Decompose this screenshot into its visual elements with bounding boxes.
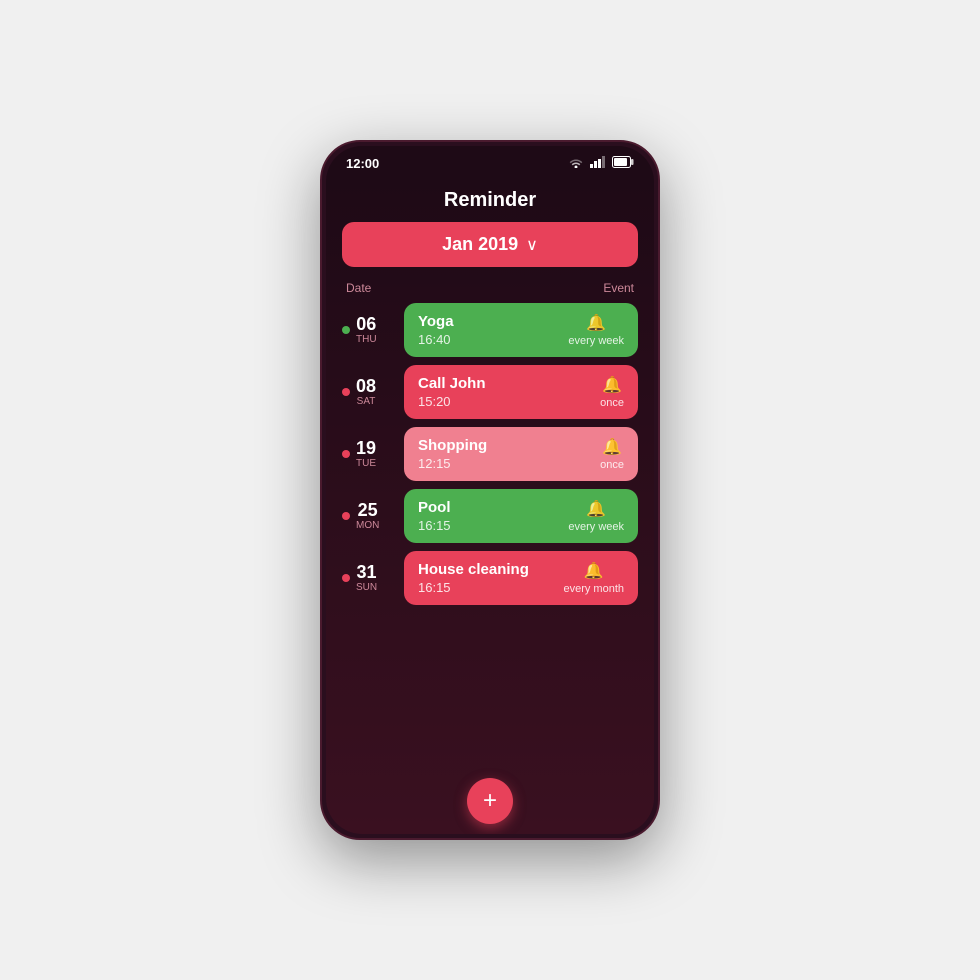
event-right: 🔔 once bbox=[600, 375, 624, 409]
event-card[interactable]: Shopping 12:15 🔔 once bbox=[404, 427, 638, 481]
reminder-row[interactable]: 08 SAT Call John 15:20 🔔 once bbox=[342, 365, 638, 419]
status-icons bbox=[568, 156, 634, 171]
month-label: Jan 2019 bbox=[442, 234, 518, 255]
reminder-dot bbox=[342, 574, 350, 582]
event-name: Pool bbox=[418, 499, 451, 516]
date-weekday: SUN bbox=[356, 582, 377, 593]
bell-icon: 🔔 bbox=[584, 561, 604, 581]
date-number: 25 bbox=[358, 501, 378, 521]
reminder-dot bbox=[342, 326, 350, 334]
reminder-dot bbox=[342, 512, 350, 520]
reminder-dot bbox=[342, 388, 350, 396]
date-number: 19 bbox=[356, 439, 376, 459]
date-block: 08 SAT bbox=[356, 377, 376, 408]
event-right: 🔔 every week bbox=[568, 499, 624, 533]
bell-icon: 🔔 bbox=[586, 499, 606, 519]
event-time: 12:15 bbox=[418, 456, 487, 471]
reminder-row[interactable]: 06 THU Yoga 16:40 🔔 every week bbox=[342, 303, 638, 357]
reminders-list: 06 THU Yoga 16:40 🔔 every week 08 SAT C bbox=[326, 303, 654, 764]
bell-icon: 🔔 bbox=[602, 437, 622, 457]
event-info: Pool 16:15 bbox=[418, 499, 451, 533]
add-reminder-button[interactable]: + bbox=[467, 778, 513, 824]
event-time: 16:15 bbox=[418, 518, 451, 533]
battery-icon bbox=[612, 156, 634, 171]
event-card[interactable]: Pool 16:15 🔔 every week bbox=[404, 489, 638, 543]
reminder-dot bbox=[342, 450, 350, 458]
date-weekday: TUE bbox=[356, 458, 376, 469]
event-info: Yoga 16:40 bbox=[418, 313, 454, 347]
bell-icon: 🔔 bbox=[586, 313, 606, 333]
event-card[interactable]: House cleaning 16:15 🔔 every month bbox=[404, 551, 638, 605]
date-dot-area: 08 SAT bbox=[342, 377, 394, 408]
date-number: 08 bbox=[356, 377, 376, 397]
month-selector[interactable]: Jan 2019 ∨ bbox=[342, 222, 638, 267]
date-dot-area: 31 SUN bbox=[342, 563, 394, 594]
date-block: 06 THU bbox=[356, 315, 377, 346]
bell-icon: 🔔 bbox=[602, 375, 622, 395]
status-time: 12:00 bbox=[346, 156, 379, 171]
column-headers: Date Event bbox=[326, 277, 654, 303]
reminder-row[interactable]: 19 TUE Shopping 12:15 🔔 once bbox=[342, 427, 638, 481]
event-frequency: every week bbox=[568, 521, 624, 533]
date-block: 19 TUE bbox=[356, 439, 376, 470]
fab-area: + bbox=[326, 764, 654, 834]
date-dot-area: 06 THU bbox=[342, 315, 394, 346]
date-number: 31 bbox=[357, 563, 377, 583]
event-column-header: Event bbox=[603, 281, 634, 295]
date-weekday: MON bbox=[356, 520, 379, 531]
date-dot-area: 19 TUE bbox=[342, 439, 394, 470]
signal-icon bbox=[590, 156, 606, 171]
event-name: Shopping bbox=[418, 437, 487, 454]
event-frequency: every month bbox=[563, 583, 624, 595]
date-dot-area: 25 MON bbox=[342, 501, 394, 532]
event-name: House cleaning bbox=[418, 561, 529, 578]
date-weekday: THU bbox=[356, 334, 377, 345]
event-name: Yoga bbox=[418, 313, 454, 330]
event-right: 🔔 every week bbox=[568, 313, 624, 347]
phone-frame: 12:00 bbox=[320, 140, 660, 840]
event-info: Call John 15:20 bbox=[418, 375, 486, 409]
status-bar: 12:00 bbox=[326, 146, 654, 177]
event-time: 16:15 bbox=[418, 580, 529, 595]
date-number: 06 bbox=[356, 315, 376, 335]
event-info: House cleaning 16:15 bbox=[418, 561, 529, 595]
reminder-row[interactable]: 31 SUN House cleaning 16:15 🔔 every mont… bbox=[342, 551, 638, 605]
event-info: Shopping 12:15 bbox=[418, 437, 487, 471]
app-screen: Reminder Jan 2019 ∨ Date Event 06 THU bbox=[326, 177, 654, 834]
event-time: 15:20 bbox=[418, 394, 486, 409]
event-frequency: every week bbox=[568, 335, 624, 347]
chevron-down-icon: ∨ bbox=[526, 235, 538, 255]
phone-screen: 12:00 bbox=[326, 146, 654, 834]
event-right: 🔔 once bbox=[600, 437, 624, 471]
app-title: Reminder bbox=[326, 177, 654, 222]
reminder-row[interactable]: 25 MON Pool 16:15 🔔 every week bbox=[342, 489, 638, 543]
date-column-header: Date bbox=[346, 281, 371, 295]
event-frequency: once bbox=[600, 397, 624, 409]
date-block: 25 MON bbox=[356, 501, 379, 532]
event-card[interactable]: Call John 15:20 🔔 once bbox=[404, 365, 638, 419]
date-block: 31 SUN bbox=[356, 563, 377, 594]
event-time: 16:40 bbox=[418, 332, 454, 347]
event-frequency: once bbox=[600, 459, 624, 471]
event-card[interactable]: Yoga 16:40 🔔 every week bbox=[404, 303, 638, 357]
event-right: 🔔 every month bbox=[563, 561, 624, 595]
wifi-icon bbox=[568, 156, 584, 171]
event-name: Call John bbox=[418, 375, 486, 392]
date-weekday: SAT bbox=[357, 396, 376, 407]
